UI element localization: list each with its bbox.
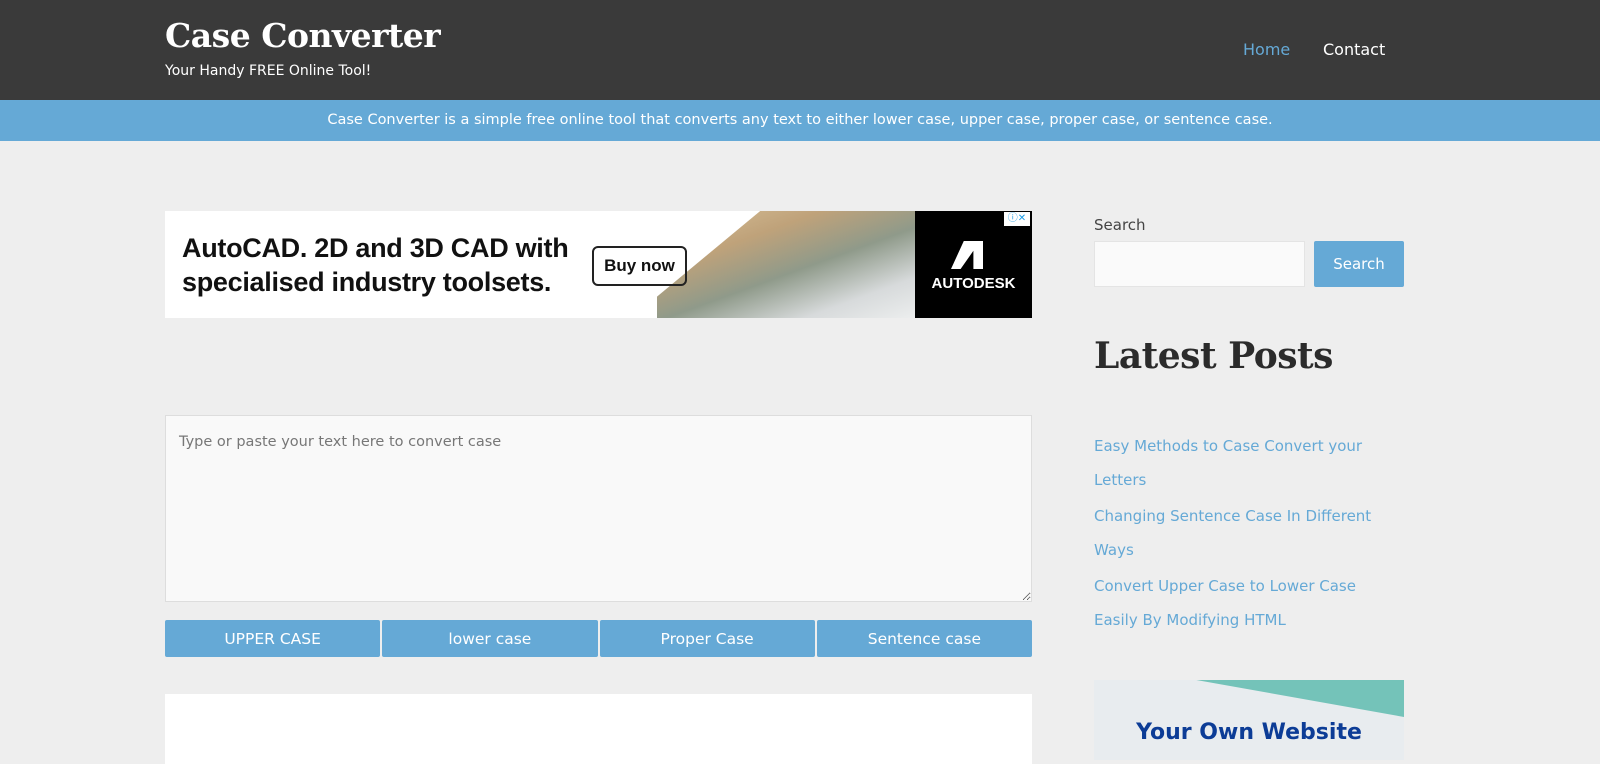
content-panel: [165, 694, 1032, 764]
advertisement-banner[interactable]: AutoCAD. 2D and 3D CAD with specialised i…: [165, 211, 1032, 318]
ad-brand-logo: AUTODESK: [915, 211, 1032, 318]
latest-posts-list: Easy Methods to Case Convert your Letter…: [1094, 429, 1404, 639]
search-input[interactable]: [1094, 241, 1305, 287]
site-title[interactable]: Case Converter: [165, 16, 441, 55]
text-input[interactable]: [165, 415, 1032, 602]
ad-headline-line: specialised industry toolsets.: [182, 267, 552, 297]
case-buttons: UPPER CASE lower case Proper Case Senten…: [165, 620, 1032, 657]
search-button[interactable]: Search: [1314, 241, 1404, 287]
upper-case-button[interactable]: UPPER CASE: [165, 620, 381, 657]
autodesk-logo-icon: [951, 241, 983, 269]
info-banner: Case Converter is a simple free online t…: [0, 100, 1600, 141]
post-link[interactable]: Changing Sentence Case In Different Ways: [1094, 499, 1404, 567]
proper-case-button[interactable]: Proper Case: [599, 620, 815, 657]
post-link[interactable]: Convert Upper Case to Lower Case Easily …: [1094, 569, 1404, 637]
ad-decoration: [1196, 680, 1404, 717]
sidebar-advertisement[interactable]: Your Own Website: [1094, 680, 1404, 760]
ad-headline-line: AutoCAD. 2D and 3D CAD with: [182, 233, 569, 263]
nav-contact[interactable]: Contact: [1323, 40, 1385, 59]
site-tagline: Your Handy FREE Online Tool!: [165, 63, 372, 79]
ad-house-image: [657, 211, 915, 318]
sidebar-ad-text: Your Own Website: [1136, 720, 1362, 745]
lower-case-button[interactable]: lower case: [382, 620, 598, 657]
ad-brand-name: AUTODESK: [931, 275, 1016, 292]
search-label: Search: [1094, 216, 1146, 234]
latest-posts-heading: Latest Posts: [1094, 335, 1333, 377]
ad-headline: AutoCAD. 2D and 3D CAD with specialised i…: [182, 231, 569, 299]
ad-info-close-icon[interactable]: ⓘ✕: [1004, 212, 1030, 226]
sentence-case-button[interactable]: Sentence case: [816, 620, 1032, 657]
ad-buy-now-button[interactable]: Buy now: [592, 246, 687, 286]
post-link[interactable]: Easy Methods to Case Convert your Letter…: [1094, 429, 1404, 497]
site-header: Case Converter Your Handy FREE Online To…: [0, 0, 1600, 100]
nav-home[interactable]: Home: [1243, 40, 1290, 59]
